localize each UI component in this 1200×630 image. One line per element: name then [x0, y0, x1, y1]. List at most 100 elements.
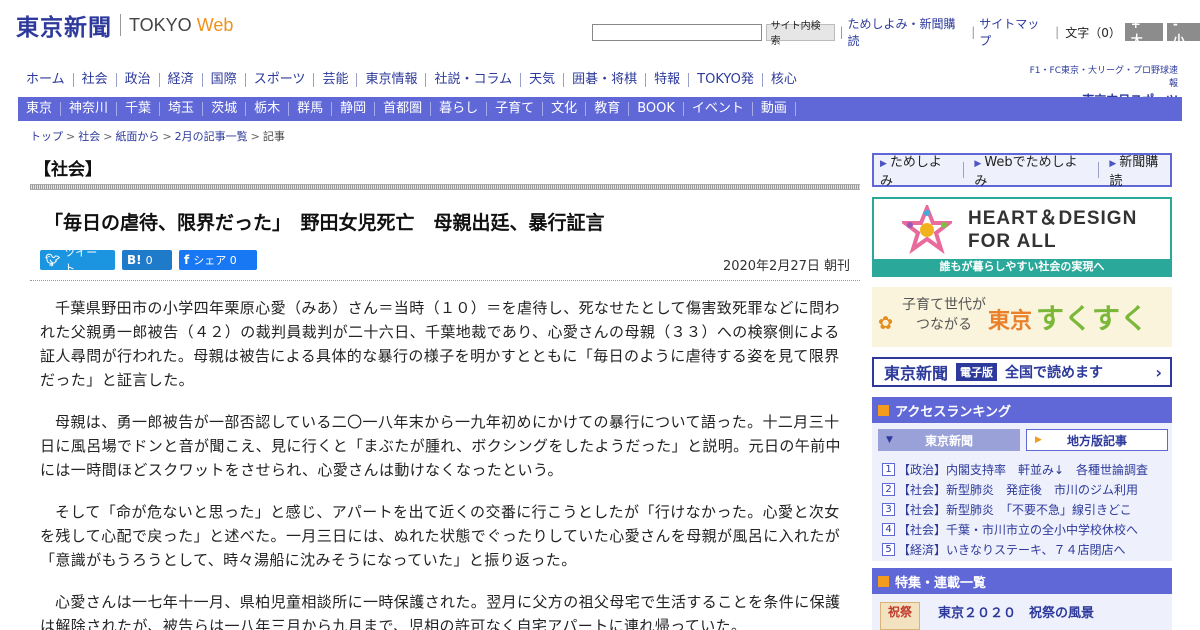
feature-thumbnail[interactable]: 祝祭 [880, 602, 920, 630]
crumb-top[interactable]: トップ [30, 130, 63, 143]
region-ibaraki[interactable]: 茨城 [203, 102, 247, 116]
nav-tokyo-hatsu[interactable]: TOKYO発 [688, 73, 762, 87]
paragraph: 母親は、勇一郎被告が一部否認している二〇一八年末から一九年初めにかけての暴行につ… [40, 413, 841, 479]
region-kosodate[interactable]: 子育て [487, 102, 544, 116]
separator: | [971, 25, 976, 39]
tab-trial[interactable]: ▶ ためしよみ [880, 151, 953, 189]
heart-line2: FOR ALL [968, 231, 1057, 252]
heart-design-banner[interactable]: HEART＆DESIGN FOR ALL 誰もが暮らしやすい社会の実現へ [872, 197, 1172, 277]
logo-jp: 東京新聞 [16, 14, 112, 41]
article-headline: 「毎日の虐待、限界だった」 野田女児死亡 母親出廷、暴行証言 [44, 212, 605, 234]
feature-item-link[interactable]: 東京２０２０ 祝祭の風景 [938, 602, 1094, 621]
triangle-down-icon: ▼ [886, 435, 893, 445]
font-larger-button[interactable]: + 大 [1124, 17, 1163, 47]
ranking-item[interactable]: 5 【経済】いきなりステーキ、７４店閉店へ [882, 539, 1166, 559]
ranking-item[interactable]: 2 【社会】新型肺炎 発症後 市川のジム利用 [882, 479, 1166, 499]
heart-design-title: HEART＆DESIGN FOR ALL [968, 207, 1137, 253]
ranking-item[interactable]: 1 【政治】内閣支持率 軒並み↓ 各種世論調査 [882, 459, 1166, 479]
sukusuku-tokyo: 東京 [988, 309, 1033, 334]
ranking-tab-local[interactable]: ▶ 地方版記事 [1026, 429, 1168, 451]
trial-subscribe-link[interactable]: ためしよみ・新聞購読 [848, 15, 968, 49]
header-toolbar: サイト内検索 | ためしよみ・新聞購読 | サイトマップ | 文字（0） + 大… [592, 15, 1200, 49]
section-title: 【社会】 [34, 160, 102, 180]
font-smaller-button[interactable]: - 小 [1166, 17, 1200, 47]
nav-sports[interactable]: スポーツ [244, 73, 314, 87]
region-tokyo[interactable]: 東京 [18, 102, 62, 116]
tab-subscribe[interactable]: ▶ 新聞購読 [1109, 151, 1170, 189]
site-logo[interactable]: 東京新聞 TOKYO Web [16, 8, 233, 42]
sukusuku-banner[interactable]: ✿ 子育て世代が つながる 東京 すくすく [872, 287, 1172, 347]
crumb-from-paper[interactable]: 紙面から [115, 130, 159, 143]
tab-web-trial[interactable]: ▶ Webでためしよみ [974, 151, 1088, 189]
ranking-item[interactable]: 4 【社会】千葉・市川市立の全小中学校休校へ [882, 519, 1166, 539]
ranking-header: アクセスランキング [872, 397, 1172, 423]
nav-tokuho[interactable]: 特報 [645, 73, 688, 87]
region-tochigi[interactable]: 栃木 [246, 102, 290, 116]
ranking-title: アクセスランキング [895, 404, 1011, 420]
nav-society[interactable]: 社会 [72, 73, 116, 87]
chevron-right-icon: › [1155, 362, 1162, 382]
nav-international[interactable]: 国際 [201, 73, 245, 87]
rank-number: 1 [882, 462, 895, 476]
facebook-share-button[interactable]: f シェア 0 [179, 250, 257, 270]
ranking-list: 1 【政治】内閣支持率 軒並み↓ 各種世論調査 2 【社会】新型肺炎 発症後 市川の… [882, 459, 1166, 559]
tab-subscribe-label: 新聞購読 [1109, 155, 1159, 189]
nav-tokyo-info[interactable]: 東京情報 [356, 73, 425, 87]
region-event[interactable]: イベント [684, 102, 753, 116]
region-book[interactable]: BOOK [629, 102, 684, 116]
font-size-label: 文字（0） [1065, 25, 1121, 40]
ranking-item[interactable]: 3 【社会】新型肺炎 「不要不急」線引きどこ [882, 499, 1166, 519]
paragraph: 千葉県野田市の小学四年栗原心愛（みあ）さん＝当時（１０）＝を虐待し、死なせたとし… [40, 299, 840, 389]
nav-go-shogi[interactable]: 囲碁・将棋 [563, 73, 645, 87]
region-kanagawa[interactable]: 神奈川 [61, 102, 118, 116]
share-label: シェア 0 [193, 254, 237, 267]
ranking-item-text: 【政治】内閣支持率 軒並み↓ 各種世論調査 [898, 462, 1149, 477]
nav-entertainment[interactable]: 芸能 [313, 73, 356, 87]
search-input[interactable] [592, 23, 762, 41]
nav-weather[interactable]: 天気 [520, 73, 563, 87]
epaper-badge: 電子版 [956, 363, 998, 381]
region-shutoken[interactable]: 首都圏 [375, 102, 432, 116]
region-saitama[interactable]: 埼玉 [160, 102, 204, 116]
feature-title-label: 特集・連載一覧 [895, 575, 987, 591]
sitemap-link[interactable]: サイトマップ [979, 15, 1051, 49]
crumb-society[interactable]: 社会 [78, 130, 100, 143]
ranking-tabs: ▼ 東京新聞 ▶ 地方版記事 [878, 429, 1168, 451]
region-kyoiku[interactable]: 教育 [586, 102, 630, 116]
logo-en: TOKYO [129, 14, 192, 35]
crumb-separator: > [162, 130, 172, 143]
nav-economy[interactable]: 経済 [158, 73, 202, 87]
article-date: 2020年2月27日 朝刊 [722, 259, 850, 274]
paragraph: そして「命が危ないと思った」と感じ、アパートを出て近くの交番に行こうとしたが「行… [40, 503, 841, 569]
nav-kakushin[interactable]: 核心 [761, 73, 805, 87]
ranking-tab-local-label: 地方版記事 [1066, 433, 1127, 448]
tab-trial-label: ためしよみ [880, 155, 942, 189]
region-bunka[interactable]: 文化 [543, 102, 587, 116]
epaper-text: 全国で読めます [1005, 365, 1104, 381]
facebook-icon: f [184, 253, 190, 267]
region-video[interactable]: 動画 [753, 102, 796, 116]
site-search-button[interactable]: サイト内検索 [765, 21, 836, 47]
nav-editorial[interactable]: 社説・コラム [425, 73, 520, 87]
hatena-icon: B! [127, 253, 142, 267]
ranking-tab-tokyo[interactable]: ▼ 東京新聞 [878, 429, 1020, 451]
region-gunma[interactable]: 群馬 [289, 102, 333, 116]
rank-number: 3 [882, 502, 895, 516]
region-kurashi[interactable]: 暮らし [431, 102, 488, 116]
epaper-banner[interactable]: 東京新聞 電子版 全国で読めます › [872, 357, 1172, 387]
main-nav: ホーム 社会 政治 経済 国際 スポーツ 芸能 東京情報 社説・コラム 天気 囲… [18, 70, 805, 90]
nav-politics[interactable]: 政治 [115, 73, 159, 87]
crumb-feb-list[interactable]: 2月の記事一覧 [175, 130, 248, 143]
region-shizuoka[interactable]: 静岡 [332, 102, 376, 116]
crumb-current: 記事 [262, 130, 285, 143]
tweet-button[interactable]: 🐦︎ ツイート [40, 246, 115, 275]
sukusuku-tag1: 子育て世代が [902, 297, 986, 313]
region-chiba[interactable]: 千葉 [117, 102, 161, 116]
dotted-divider [30, 280, 860, 281]
paragraph: 心愛さんは一七年十一月、県柏児童相談所に一時保護された。翌月に父方の祖父母宅で生… [40, 593, 841, 630]
hatena-bookmark-button[interactable]: B! 0 [122, 250, 172, 270]
nav-home[interactable]: ホーム [18, 73, 73, 87]
sukusuku-title: 東京 すくすく [988, 297, 1148, 337]
twitter-icon: 🐦︎ [45, 253, 61, 267]
triangle-right-icon: ▶ [1109, 159, 1117, 169]
